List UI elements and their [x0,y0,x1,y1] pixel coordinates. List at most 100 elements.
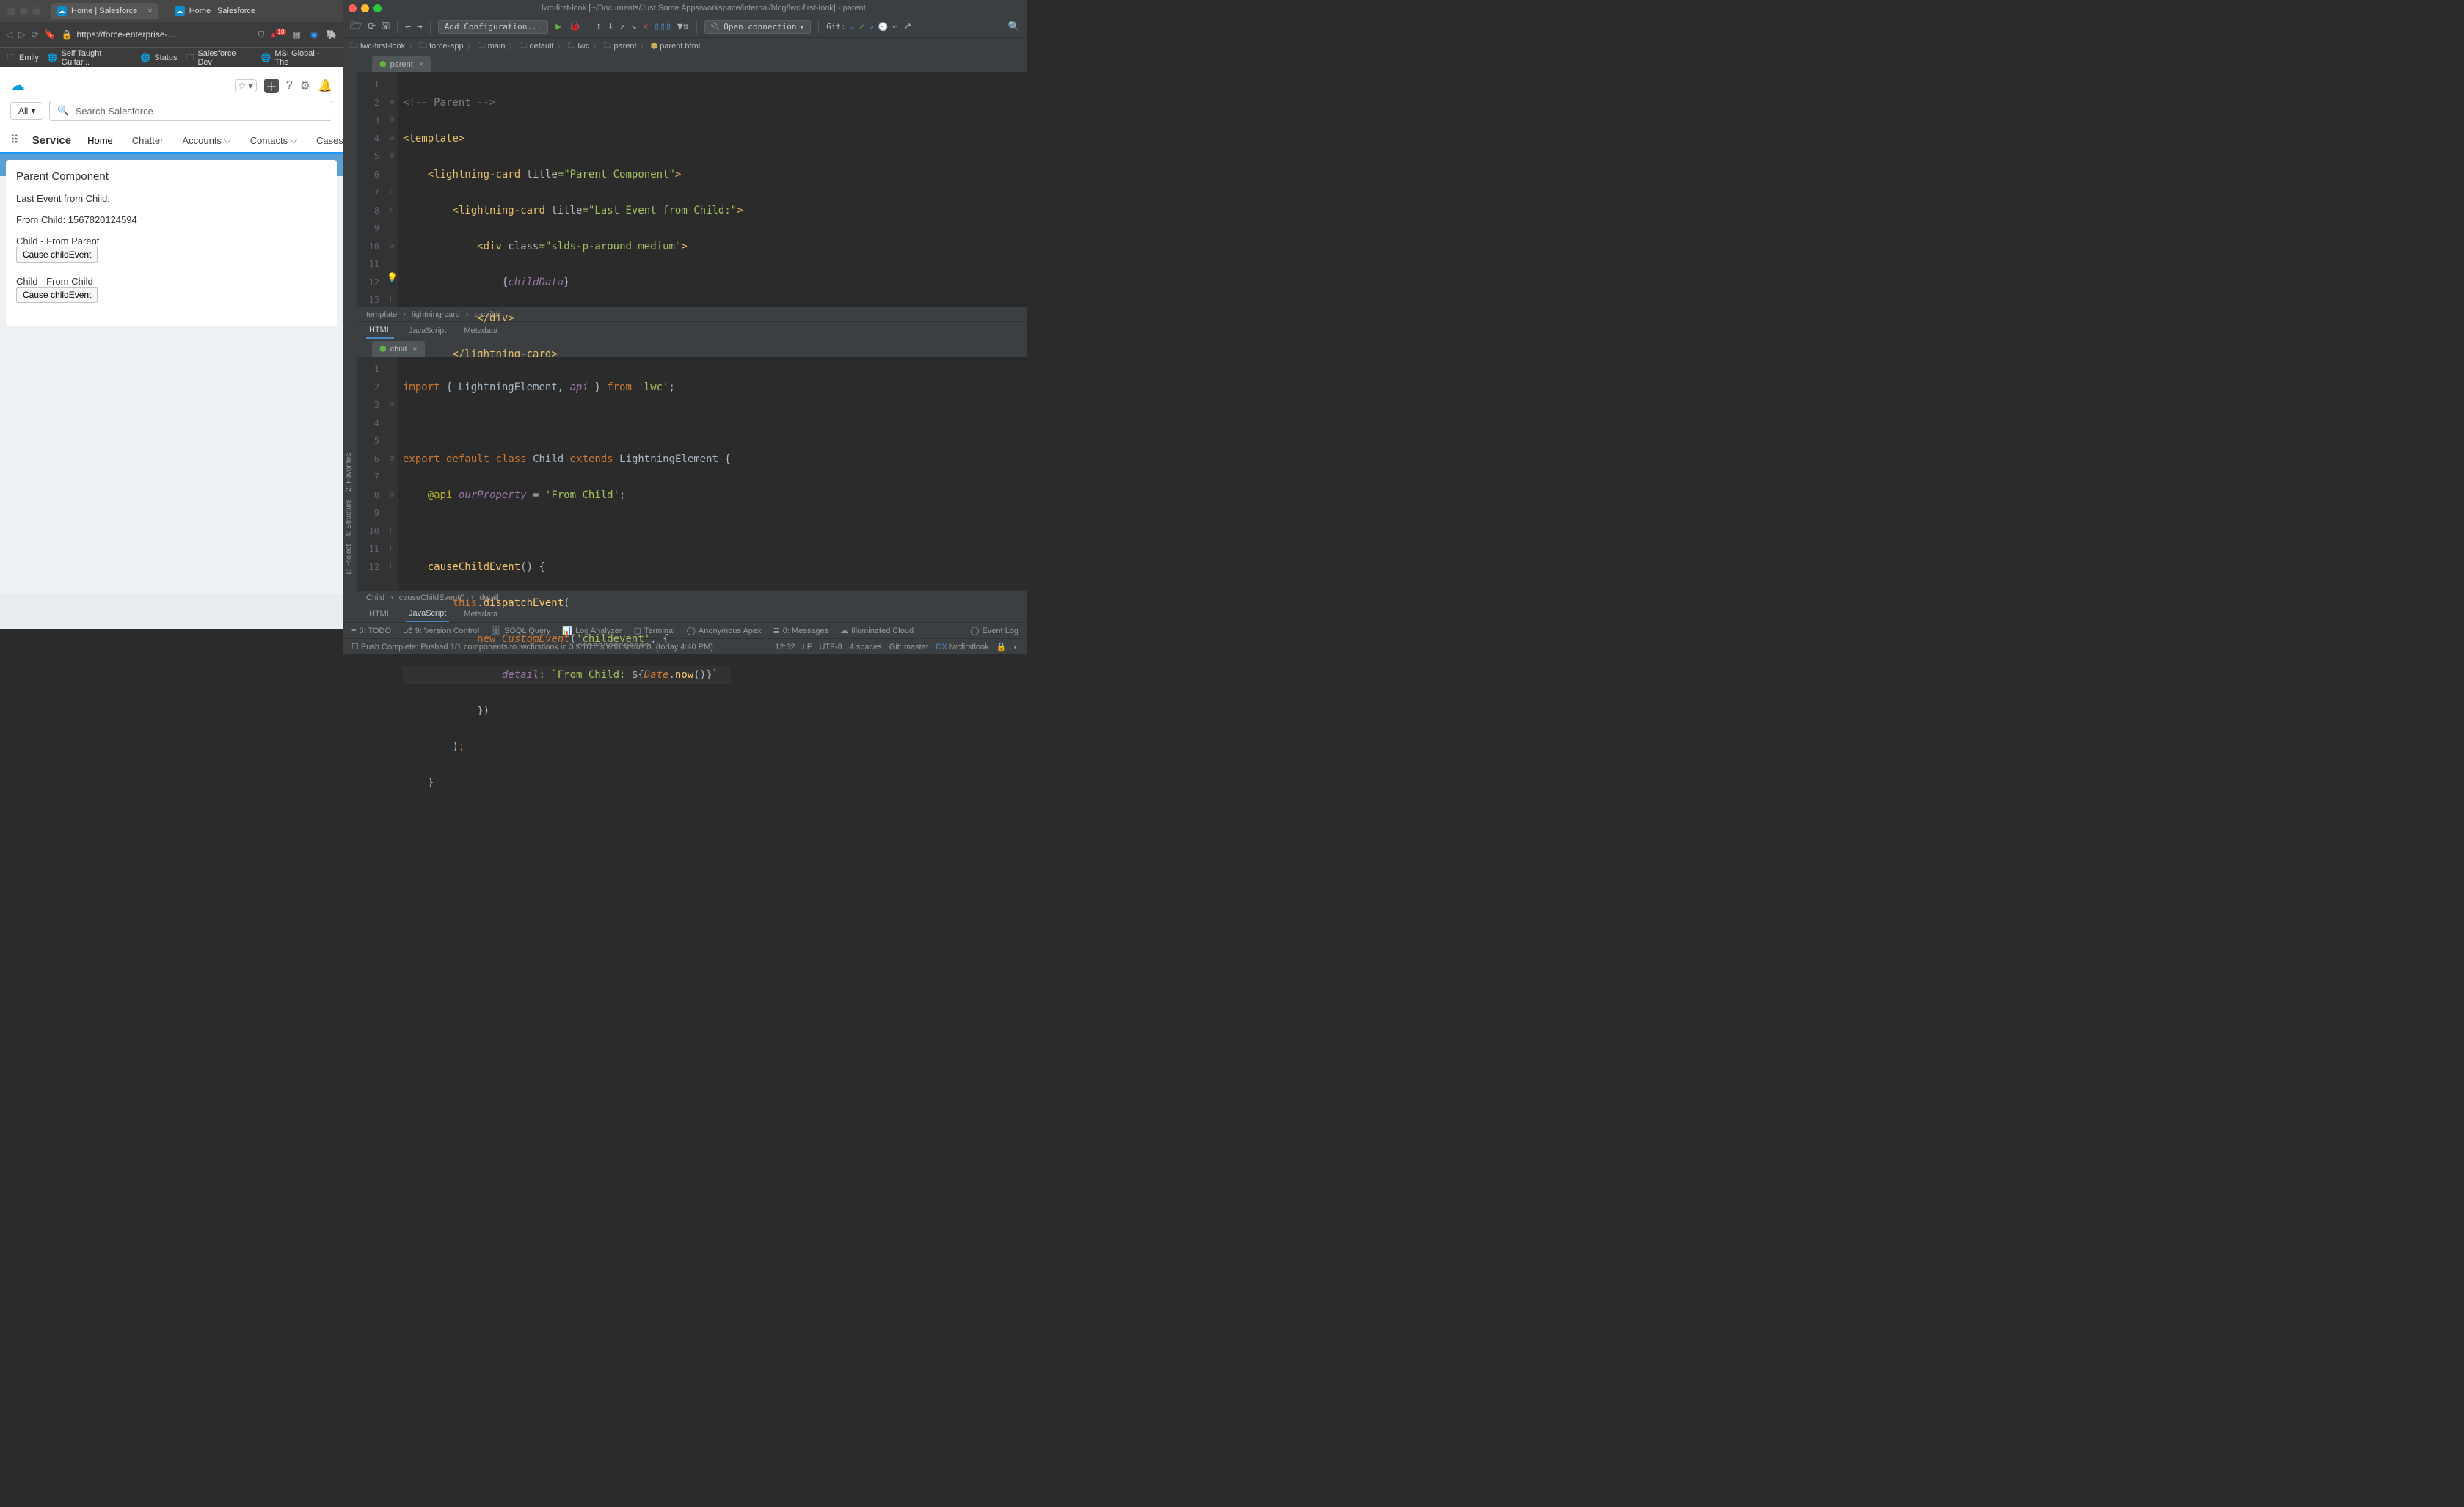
tool-messages[interactable]: ≣ 0: Messages [773,626,829,635]
gear-icon[interactable]: ⚙ [300,79,310,93]
path-item[interactable]: template [366,310,397,319]
bookmark-item[interactable]: 🌐Status [141,53,178,62]
git-revert-icon[interactable]: ↶ [892,22,897,32]
cancel-icon[interactable]: ✕ [643,21,649,32]
bookmark-icon[interactable]: 🔖 [45,29,56,40]
bulb-icon[interactable]: 💡 [387,272,398,282]
bookmark-item[interactable]: 🌐MSI Global - The [261,49,335,67]
back-icon[interactable]: ◁ [6,29,12,40]
bookmark-item[interactable]: 🌐Self Taught Guitar... [48,49,132,67]
side-tab-project[interactable]: 1: Project [345,544,356,575]
subtab-html[interactable]: HTML [366,323,394,339]
close-icon[interactable]: × [419,60,423,69]
forward-icon[interactable]: → [417,21,423,32]
breadcrumb-item[interactable]: 🗀lwc-first-look [350,39,405,53]
breadcrumb-file[interactable]: ⬢parent.html [651,41,701,51]
ext-icon[interactable]: ◉ [309,29,319,40]
git-history-icon[interactable]: 🕘 [878,22,889,32]
reload-icon[interactable]: ⟳ [31,29,38,40]
nav-accounts[interactable]: Accounts ⌵ [179,128,233,152]
ext-icon[interactable]: ▦ [291,29,302,40]
apps-icon[interactable]: ⠿ [10,133,19,147]
traffic-max-icon[interactable] [32,7,40,15]
search-filter[interactable]: All ▾ [10,102,43,120]
status-git[interactable]: Git: master [889,643,929,652]
star-button[interactable]: ☆ ▾ [235,79,257,92]
run-config-dropdown[interactable]: Add Configuration... [438,20,548,34]
back-icon[interactable]: ← [405,21,411,32]
editor-child[interactable]: 123456789101112 ⊟⊟⊟⊦⊦⊦ import { Lightnin… [357,357,1027,590]
nav-contacts[interactable]: Contacts ⌵ [247,128,300,152]
traffic-close-icon[interactable] [7,7,15,15]
git-pull-icon[interactable]: ↙ [850,22,856,32]
nav-chatter[interactable]: Chatter [129,129,167,152]
traffic-close-icon[interactable] [349,4,357,12]
bookmark-item[interactable]: 🗀Emily [7,51,39,65]
status-org[interactable]: DX DX lwcfirstlooklwcfirstlook [936,643,989,652]
reload-icon[interactable]: ⟳ [368,21,376,32]
test-icon[interactable]: ▼⇅ [677,21,689,32]
open-icon[interactable]: 🗁 [350,19,362,35]
traffic-min-icon[interactable] [361,4,369,12]
status-indent[interactable]: 4 spaces [850,643,882,652]
bars-icon[interactable]: ▯▯▯ [654,21,671,32]
help-icon[interactable]: ? [286,79,293,92]
save-icon[interactable]: 🖫 [382,19,390,35]
chevron-down-icon: ▾ [800,22,805,32]
subtab-html[interactable]: HTML [366,607,394,621]
git-commit-icon[interactable]: ✓ [859,22,864,32]
traffic-max-icon[interactable] [373,4,382,12]
breadcrumb-item[interactable]: 🗀parent [603,39,636,53]
deploy-icon[interactable]: ⬆ [596,21,602,32]
arrow-icon[interactable]: ↗ [619,21,625,32]
breadcrumb-item[interactable]: 🗀main [478,39,506,53]
status-lock-icon[interactable]: 🔒 [996,642,1007,652]
git-branch-icon[interactable]: ⎇ [902,22,911,32]
ide-toolbar: 🗁 ⟳ 🖫 ← → Add Configuration... ▶ 🐞 ⬆ ⬇ ↗… [343,16,1027,38]
run-icon[interactable]: ▶ [555,21,561,32]
ext-icon[interactable]: 🐘 [327,29,337,40]
status-encoding[interactable]: UTF-8 [820,643,842,652]
cause-event-button[interactable]: Cause childEvent [16,287,98,303]
status-cursor[interactable]: 12:32 [775,643,795,652]
breadcrumb-item[interactable]: 🗀force-app [419,39,463,53]
editor-parent[interactable]: 💡 12345678910111213 ⊟⊟⊟⊟⊦⊦⊟⊦ <!-- Parent… [357,72,1027,307]
conn-label: Open connection [723,22,796,32]
browser-window: ☁ Home | Salesforce × ☁ Home | Salesforc… [0,0,343,629]
debug-icon[interactable]: 🐞 [569,21,580,32]
traffic-min-icon[interactable] [20,7,28,15]
cause-event-button[interactable]: Cause childEvent [16,247,98,263]
git-push-icon[interactable]: ↗ [869,22,874,32]
nav-home[interactable]: Home [84,129,116,154]
editor-tab-parent[interactable]: ⬢parent× [372,56,431,72]
breadcrumb-item[interactable]: 🗀default [519,39,553,53]
git-toolbar: Git: ↙ ✓ ↗ 🕘 ↶ ⎇ [826,22,911,32]
browser-tab-2[interactable]: ☁ Home | Salesforce [169,3,261,19]
shield-icon[interactable]: ⛉ [256,29,266,40]
path-item[interactable]: Child [366,594,384,602]
code-content: <!-- Parent --> <template> <lightning-ca… [398,72,743,307]
ext-icon[interactable]: ▲10 [274,29,284,40]
url-bar[interactable]: 🔒 https://force-enterprise-... [61,29,250,40]
notification-icon[interactable]: 🔔 [318,79,332,93]
close-icon[interactable]: × [147,7,152,15]
arrow-icon[interactable]: ↘ [631,21,637,32]
salesforce-logo-icon[interactable]: ☁ [10,76,25,95]
sf-header: ☁ ☆ ▾ ＋ ? ⚙ 🔔 [0,67,343,101]
status-line-sep[interactable]: LF [803,643,812,652]
side-tab-favorites[interactable]: 2: Favorites [345,453,356,492]
tool-todo[interactable]: ≡ 6: TODO [351,627,391,635]
retrieve-icon[interactable]: ⬇ [608,21,613,32]
add-button[interactable]: ＋ [264,79,279,93]
status-indicator-icon[interactable]: ◐ [1013,643,1018,652]
search-icon[interactable]: 🔍 [1008,21,1020,32]
side-tab-structure[interactable]: 4: Structure [345,499,356,537]
tool-eventlog[interactable]: ◯ Event Log [970,626,1018,635]
connection-dropdown[interactable]: 🔌Open connection ▾ [704,20,812,34]
breadcrumb-item[interactable]: 🗀lwc [567,39,589,53]
search-input[interactable]: 🔍Search Salesforce [49,101,332,121]
browser-tab-1[interactable]: ☁ Home | Salesforce × [51,3,158,19]
tool-ic[interactable]: ☁ Illuminated Cloud [840,626,914,635]
forward-icon[interactable]: ▷ [18,29,25,40]
bookmark-item[interactable]: 🗀Salesforce Dev [186,49,252,67]
